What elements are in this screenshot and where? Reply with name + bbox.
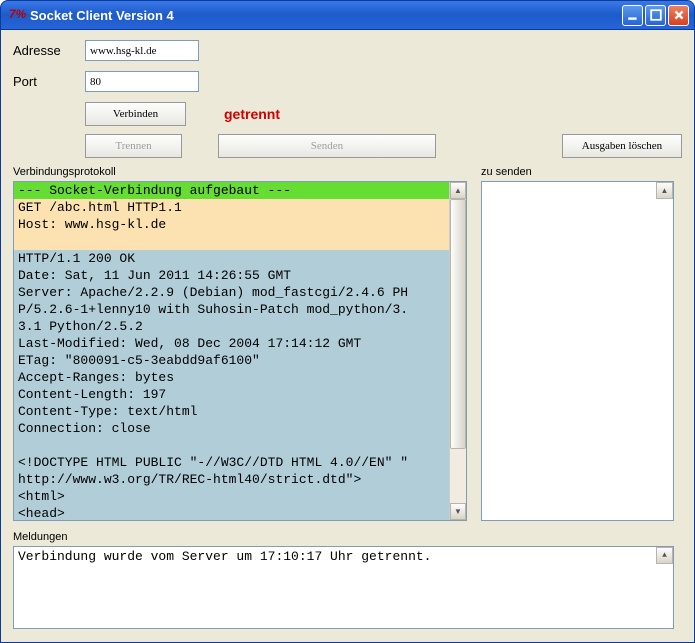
disconnect-button[interactable]: Trennen [85, 134, 182, 158]
protocol-response-block: HTTP/1.1 200 OK Date: Sat, 11 Jun 2011 1… [14, 250, 449, 520]
protocol-connected-line: --- Socket-Verbindung aufgebaut --- [14, 182, 449, 199]
to-send-label: zu senden [481, 166, 674, 178]
protocol-scrollbar[interactable]: ▲ ▼ [449, 182, 466, 520]
clear-output-button[interactable]: Ausgaben löschen [562, 134, 682, 158]
scroll-track[interactable] [450, 199, 466, 503]
connect-row: Verbinden getrennt [13, 102, 682, 126]
protocol-box: --- Socket-Verbindung aufgebaut --- GET … [13, 181, 467, 521]
port-label: Port [13, 74, 85, 89]
address-label: Adresse [13, 43, 85, 58]
mid-section: Verbindungsprotokoll --- Socket-Verbindu… [13, 166, 682, 521]
scroll-down-icon[interactable]: ▼ [450, 503, 466, 520]
send-textarea[interactable]: ▲ [481, 181, 674, 521]
address-input[interactable] [85, 40, 199, 61]
action-row: Trennen Senden Ausgaben löschen [13, 134, 682, 158]
window-title: Socket Client Version 4 [30, 8, 622, 23]
send-button[interactable]: Senden [218, 134, 436, 158]
messages-scroll-up-icon[interactable]: ▲ [656, 547, 673, 564]
messages-textarea[interactable]: Verbindung wurde vom Server um 17:10:17 … [13, 546, 674, 629]
protocol-request-block: GET /abc.html HTTP1.1 Host: www.hsg-kl.d… [14, 199, 449, 250]
close-button[interactable] [668, 5, 689, 26]
port-row: Port [13, 71, 682, 92]
address-row: Adresse [13, 40, 682, 61]
window-body: Adresse Port Verbinden getrennt Trennen … [0, 30, 695, 643]
protocol-content[interactable]: --- Socket-Verbindung aufgebaut --- GET … [14, 182, 449, 520]
app-icon: 7% [9, 7, 25, 23]
send-column: zu senden ▲ [481, 166, 674, 521]
protocol-column: Verbindungsprotokoll --- Socket-Verbindu… [13, 166, 467, 521]
messages-label: Meldungen [13, 531, 674, 543]
connection-status: getrennt [224, 102, 280, 126]
messages-section: Meldungen Verbindung wurde vom Server um… [13, 531, 674, 629]
messages-content: Verbindung wurde vom Server um 17:10:17 … [18, 549, 431, 564]
connect-button[interactable]: Verbinden [85, 102, 186, 126]
maximize-button[interactable] [645, 5, 666, 26]
scroll-up-icon[interactable]: ▲ [450, 182, 466, 199]
send-scroll-up-icon[interactable]: ▲ [656, 182, 673, 199]
minimize-button[interactable] [622, 5, 643, 26]
window-titlebar: 7% Socket Client Version 4 [0, 0, 695, 30]
protocol-label: Verbindungsprotokoll [13, 166, 467, 178]
window-controls [622, 5, 689, 26]
scroll-thumb[interactable] [450, 199, 466, 449]
port-input[interactable] [85, 71, 199, 92]
